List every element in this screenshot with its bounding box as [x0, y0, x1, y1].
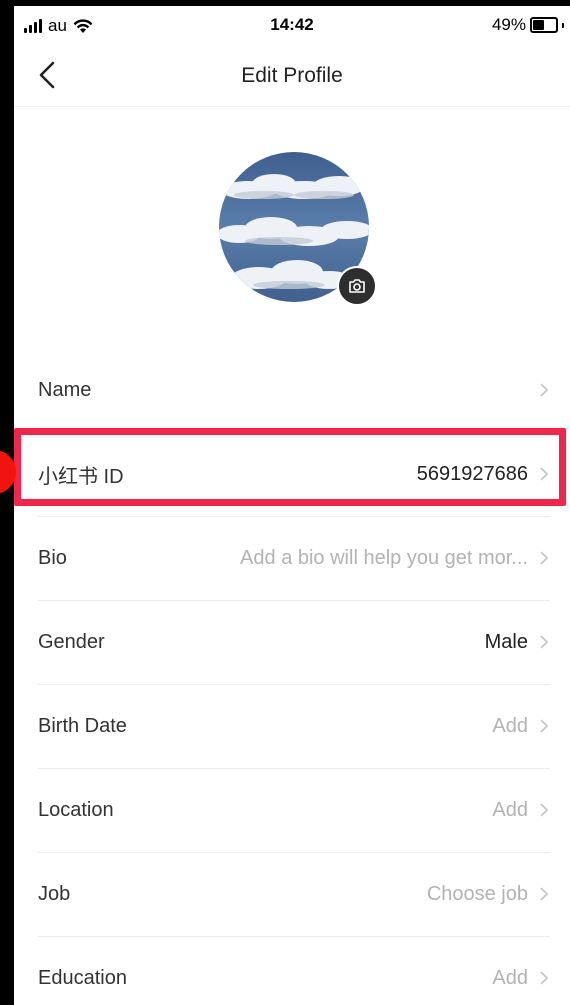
page-title: Edit Profile	[241, 64, 343, 87]
row-gender[interactable]: Gender Male	[38, 600, 550, 685]
chevron-right-icon	[540, 551, 549, 565]
row-right: Add	[492, 967, 550, 990]
row-bio[interactable]: Bio Add a bio will help you get mor...	[38, 516, 550, 601]
nav-bar: Edit Profile	[14, 46, 570, 107]
row-education[interactable]: Education Add	[38, 936, 550, 1005]
row-right: 5691927686	[417, 463, 550, 486]
row-job[interactable]: Job Choose job	[38, 852, 550, 937]
row-right: Add	[492, 715, 550, 738]
frame-border-top	[0, 0, 570, 6]
row-label: Education	[38, 966, 127, 989]
change-avatar-button[interactable]	[337, 266, 377, 306]
row-label: Location	[38, 798, 114, 821]
phone-frame: au 14:42 49% Edit Profile Name 小红书 ID 56…	[0, 0, 570, 1005]
row-name[interactable]: Name	[38, 348, 550, 433]
row-value: Add	[492, 966, 528, 989]
status-time: 14:42	[270, 15, 314, 34]
row-location[interactable]: Location Add	[38, 768, 550, 853]
row-birth-date[interactable]: Birth Date Add	[38, 684, 550, 769]
battery-percent: 49%	[491, 15, 526, 34]
row-label: Bio	[38, 546, 67, 569]
chevron-right-icon	[540, 467, 549, 481]
row-right: Choose job	[427, 883, 550, 906]
status-right: 49%	[492, 15, 564, 35]
camera-icon	[349, 279, 365, 293]
row-label: Name	[38, 378, 92, 401]
row-right: Male	[485, 631, 550, 654]
chevron-right-icon	[540, 887, 549, 901]
row-value: Add	[492, 798, 528, 821]
row-value: Add	[492, 714, 528, 737]
row-label: 小红书 ID	[38, 465, 124, 488]
row-value: 5691927686	[416, 462, 528, 485]
row-value: Male	[484, 630, 528, 653]
chevron-right-icon	[540, 383, 549, 397]
battery-icon	[530, 17, 558, 33]
screen: au 14:42 49% Edit Profile Name 小红书 ID 56…	[14, 6, 570, 1005]
row-value: Choose job	[426, 882, 528, 905]
row-label: Birth Date	[38, 714, 127, 737]
chevron-right-icon	[540, 719, 549, 733]
chevron-right-icon	[540, 635, 549, 649]
chevron-right-icon	[540, 971, 549, 985]
row-xiaohongshu-id[interactable]: 小红书 ID 5691927686	[38, 432, 550, 517]
row-label: Gender	[38, 630, 105, 653]
row-right: Add	[492, 799, 550, 822]
frame-border-left	[0, 0, 14, 1005]
avatar-wrap[interactable]	[219, 152, 377, 306]
row-value: Add a bio will help you get mor...	[240, 546, 528, 569]
row-label: Job	[38, 882, 71, 905]
row-right	[528, 382, 550, 398]
chevron-right-icon	[540, 803, 549, 817]
battery-nub	[562, 22, 564, 28]
row-right: Add a bio will help you get mor...	[240, 547, 550, 570]
status-bar: au 14:42 49%	[14, 6, 570, 46]
